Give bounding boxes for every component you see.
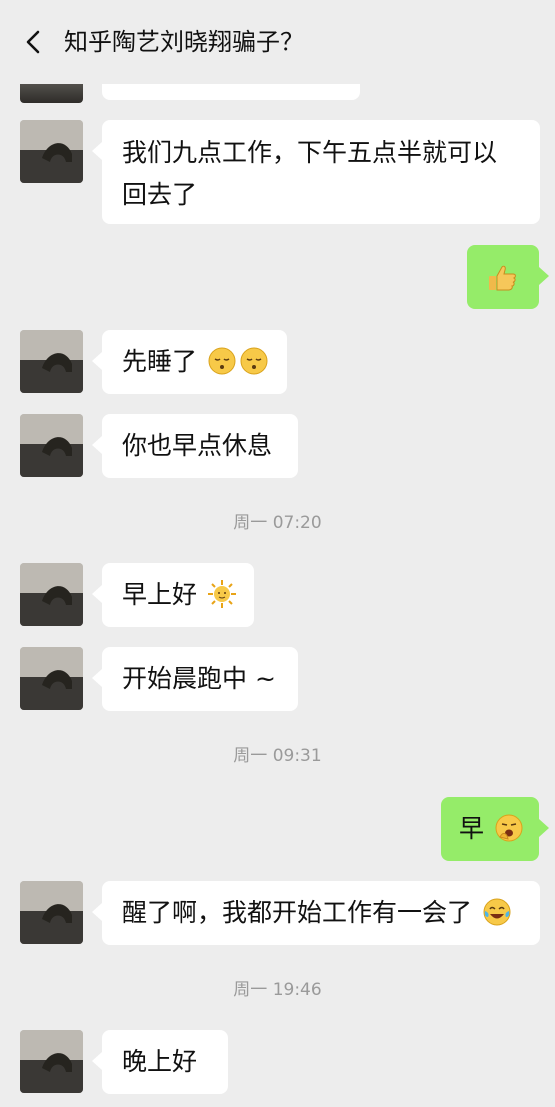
avatar-image <box>20 120 83 183</box>
tears-of-joy-icon <box>482 897 512 927</box>
message-text: 我们九点工作，下午五点半就可以回去了 <box>122 138 498 209</box>
timestamp: 周一 09:31 <box>233 746 322 766</box>
message-bubble[interactable]: 我们九点工作，下午五点半就可以回去了 <box>92 120 540 224</box>
avatar-image <box>20 647 83 710</box>
message-bubble-sent[interactable]: 早 <box>441 797 549 861</box>
message-list[interactable]: 我们九点工作，下午五点半就可以回去了 先睡了 你也早点休息 周一 07:20 早… <box>0 0 555 1107</box>
avatar[interactable] <box>20 120 83 183</box>
back-chevron-icon[interactable] <box>20 28 48 56</box>
chat-header: 知乎陶艺刘晓翔骗子？ <box>0 0 555 84</box>
avatar-image <box>20 881 83 944</box>
avatar[interactable] <box>20 563 83 626</box>
message-text: 早 <box>459 814 485 843</box>
avatar-image <box>20 330 83 393</box>
sleepy-face-icon <box>207 346 237 376</box>
message-text: 早上好 <box>122 580 198 609</box>
message-bubble[interactable]: 开始晨跑中 ~ <box>92 647 298 711</box>
message-bubble[interactable]: 你也早点休息 <box>92 414 298 478</box>
avatar[interactable] <box>20 647 83 710</box>
sleepy-face-icon <box>239 346 269 376</box>
avatar-image <box>20 414 83 477</box>
message-bubble[interactable]: 晚上好 <box>92 1030 228 1094</box>
message-text: 先睡了 <box>122 347 198 376</box>
message-text: 你也早点休息 <box>122 431 273 460</box>
chat-title: 知乎陶艺刘晓翔骗子？ <box>64 28 304 56</box>
timestamp: 周一 07:20 <box>233 513 322 533</box>
avatar-image <box>20 1030 83 1093</box>
thumbs-up-icon <box>487 262 517 292</box>
avatar[interactable] <box>20 1030 83 1093</box>
message-bubble[interactable]: 早上好 <box>92 563 254 627</box>
timestamp: 周一 19:46 <box>233 980 322 1000</box>
message-text: 晚上好 <box>122 1047 198 1076</box>
avatar[interactable] <box>20 330 83 393</box>
sun-icon <box>207 579 237 609</box>
avatar[interactable] <box>20 881 83 944</box>
message-bubble-sent[interactable] <box>467 245 549 309</box>
avatar[interactable] <box>20 414 83 477</box>
avatar-image <box>20 563 83 626</box>
message-text: 开始晨跑中 ~ <box>122 664 276 693</box>
message-bubble[interactable]: 醒了啊，我都开始工作有一会了 <box>92 881 540 945</box>
message-bubble[interactable]: 先睡了 <box>92 330 287 394</box>
yawning-face-icon <box>494 813 524 843</box>
message-text: 醒了啊，我都开始工作有一会了 <box>122 898 473 927</box>
